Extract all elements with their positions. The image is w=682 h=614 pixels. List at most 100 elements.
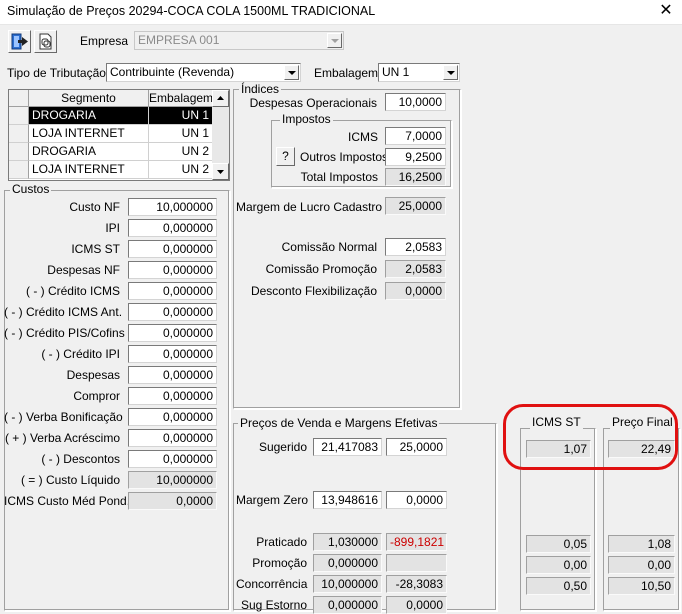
despesas-nf-field[interactable]: 0,000000 [128, 261, 217, 279]
comissao-normal-field[interactable]: 2,0583 [385, 238, 446, 256]
despesas-field[interactable]: 0,000000 [128, 366, 217, 384]
icms-label: ICMS [348, 130, 378, 144]
verba-bonificacao-label: ( - ) Verba Bonificação [4, 410, 123, 424]
comissao-normal-label: Comissão Normal [281, 240, 377, 254]
close-icon[interactable]: ✕ [655, 1, 677, 21]
verba-acrescimo-field[interactable]: 0,000000 [128, 429, 217, 447]
indices-title: Índices [239, 82, 282, 96]
credito-icms-label: ( - ) Crédito ICMS [25, 284, 120, 298]
praticado-margin-field: -899,1821 [386, 533, 447, 551]
promocao-margin-field [386, 554, 447, 572]
impostos-help-button[interactable]: ? [276, 147, 295, 166]
title-bar: Simulação de Preços 20294-COCA COLA 1500… [0, 0, 682, 25]
credito-pis-cofins-field[interactable]: 0,000000 [128, 324, 217, 342]
exit-button[interactable] [8, 30, 31, 53]
sug-estorno-label: Sug Estorno [240, 598, 307, 612]
grid-scrollbar[interactable] [212, 90, 229, 180]
comissao-promocao-field: 2,0583 [385, 260, 446, 278]
segment-grid[interactable]: Segmento Embalagem DROGARIA UN 1 LOJA IN… [8, 89, 230, 181]
empresa-label: Empresa [80, 34, 129, 48]
table-cell-embalagem[interactable]: UN 1 [149, 125, 213, 143]
icms-custo-med-field: 0,0000 [128, 492, 217, 510]
impostos-title: Impostos [280, 112, 333, 126]
sugerido-price-field[interactable]: 21,417083 [313, 438, 382, 456]
tributacao-label: Tipo de Tributação [7, 66, 106, 80]
custo-nf-field[interactable]: 10,000000 [128, 198, 217, 216]
embalagem-select[interactable]: UN 1 [378, 63, 460, 82]
verba-bonificacao-field[interactable]: 0,000000 [128, 408, 217, 426]
document-button[interactable] [34, 30, 57, 53]
table-cell-embalagem[interactable]: UN 1 [149, 107, 213, 125]
icms-field[interactable]: 7,0000 [385, 127, 446, 145]
table-cell-segmento[interactable]: DROGARIA [29, 143, 149, 161]
grid-corner [9, 90, 29, 107]
icms-st-label: ICMS ST [71, 242, 120, 256]
empresa-select: EMPRESA 001 [134, 31, 344, 50]
total-impostos-label: Total Impostos [300, 170, 378, 184]
credito-icms-ant-field[interactable]: 0,000000 [128, 303, 217, 321]
despesas-nf-label: Despesas NF [47, 263, 120, 277]
sug-estorno-margin-field: 0,0000 [386, 596, 447, 614]
descontos-field[interactable]: 0,000000 [128, 450, 217, 468]
scroll-up-button[interactable] [212, 90, 229, 107]
table-cell-segmento[interactable]: LOJA INTERNET [29, 125, 149, 143]
icms-custo-med-label: ICMS Custo Méd Pond. [4, 494, 131, 508]
table-cell-embalagem[interactable]: UN 2 [149, 161, 213, 179]
despesas-operacionais-field[interactable]: 10,0000 [385, 93, 446, 111]
precos-title: Preços de Venda e Margens Efetivas [238, 416, 440, 430]
compror-label: Compror [73, 389, 120, 403]
margem-zero-label: Margem Zero [236, 493, 309, 507]
ipi-field[interactable]: 0,000000 [128, 219, 217, 237]
icms-st-concorrencia-field: 0,50 [526, 577, 591, 595]
tributacao-value: Contribuinte (Revenda) [110, 65, 235, 79]
row-indicator [9, 143, 29, 161]
chevron-down-icon[interactable] [443, 65, 458, 80]
concorrencia-price-field: 10,000000 [313, 575, 382, 593]
icms-st-field[interactable]: 0,000000 [128, 240, 217, 258]
compror-field[interactable]: 0,000000 [128, 387, 217, 405]
icms-st-praticado-field: 0,05 [526, 535, 591, 553]
credito-ipi-field[interactable]: 0,000000 [128, 345, 217, 363]
despesas-label: Despesas [66, 368, 120, 382]
margem-lucro-field: 25,0000 [385, 197, 446, 215]
chevron-down-icon[interactable] [284, 65, 299, 80]
row-indicator [9, 125, 29, 143]
table-cell-embalagem[interactable]: UN 2 [149, 143, 213, 161]
custo-liquido-field: 10,000000 [128, 471, 217, 489]
credito-icms-field[interactable]: 0,000000 [128, 282, 217, 300]
comissao-promocao-label: Comissão Promoção [265, 262, 377, 276]
table-cell-segmento[interactable]: DROGARIA [29, 107, 149, 125]
scroll-down-button[interactable] [212, 163, 229, 180]
exit-door-icon [11, 33, 28, 50]
empresa-value: EMPRESA 001 [138, 33, 220, 47]
ipi-label: IPI [105, 221, 120, 235]
sug-estorno-price-field: 0,000000 [313, 596, 382, 614]
preco-final-praticado-field: 1,08 [608, 535, 675, 553]
custos-title: Custos [10, 182, 52, 196]
preco-final-promocao-field: 0,00 [608, 556, 675, 574]
chevron-down-icon [217, 170, 224, 174]
margem-zero-margin-field[interactable]: 0,0000 [386, 491, 447, 509]
concorrencia-label: Concorrência [236, 577, 308, 591]
chevron-up-icon [217, 96, 224, 100]
credito-ipi-label: ( - ) Crédito IPI [41, 347, 120, 361]
promocao-price-field: 0,000000 [313, 554, 382, 572]
praticado-price-field: 1,030000 [313, 533, 382, 551]
outros-impostos-label: Outros Impostos [300, 150, 389, 164]
table-cell-segmento[interactable]: LOJA INTERNET [29, 161, 149, 179]
column-header-segmento[interactable]: Segmento [29, 90, 149, 107]
verba-acrescimo-label: ( + ) Verba Acréscimo [4, 431, 120, 445]
row-indicator [9, 107, 29, 125]
credito-icms-ant-label: ( - ) Crédito ICMS Ant. [4, 305, 123, 319]
column-header-embalagem[interactable]: Embalagem [149, 90, 213, 107]
outros-impostos-field[interactable]: 9,2500 [385, 148, 446, 166]
icms-st-promocao-field: 0,00 [526, 556, 591, 574]
descontos-label: ( - ) Descontos [41, 452, 120, 466]
tributacao-select[interactable]: Contribuinte (Revenda) [106, 63, 301, 82]
praticado-label: Praticado [256, 535, 307, 549]
document-link-icon [39, 33, 52, 50]
margem-zero-price-field[interactable]: 13,948616 [313, 491, 382, 509]
credito-pis-cofins-label: ( - ) Crédito PIS/Cofins [4, 326, 125, 340]
desconto-flex-label: Desconto Flexibilização [250, 284, 377, 298]
sugerido-margin-field[interactable]: 25,0000 [386, 438, 447, 456]
